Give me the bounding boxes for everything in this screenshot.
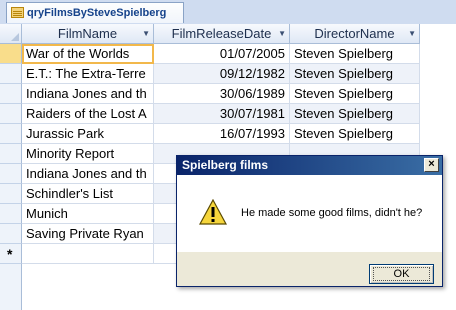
record-selector[interactable] [0,184,22,204]
release-date-cell[interactable]: 01/07/2005 [154,44,290,64]
film-name-cell[interactable]: Schindler's List [22,184,154,204]
record-selector[interactable] [0,224,22,244]
sort-dropdown-icon[interactable]: ▼ [408,24,416,43]
focus-rectangle [373,267,430,281]
film-name-cell[interactable]: Minority Report [22,144,154,164]
close-button[interactable]: × [424,158,439,172]
ok-button[interactable]: OK [369,264,434,284]
director-name-cell[interactable]: Steven Spielberg [290,64,420,84]
release-date-cell[interactable]: 16/07/1993 [154,124,290,144]
film-name-cell[interactable]: Saving Private Ryan [22,224,154,244]
film-name-cell[interactable]: War of the Worlds [22,44,154,64]
dialog-message: He made some good films, didn't he? [241,207,423,219]
select-all-corner[interactable] [0,24,22,44]
record-selector[interactable]: * [0,244,22,264]
column-header-label: FilmReleaseDate [171,26,272,41]
column-header-filmreleasedate[interactable]: FilmReleaseDate ▼ [154,24,290,44]
director-name-cell[interactable]: Steven Spielberg [290,124,420,144]
table-row[interactable]: Jurassic Park 16/07/1993 Steven Spielber… [0,124,456,144]
message-dialog: Spielberg films × He made some good film… [176,155,443,287]
column-header-filmname[interactable]: FilmName ▼ [22,24,154,44]
table-row[interactable]: Raiders of the Lost A 30/07/1981 Steven … [0,104,456,124]
director-name-cell[interactable]: Steven Spielberg [290,44,420,64]
column-header-label: DirectorName [314,26,395,41]
director-name-cell[interactable]: Steven Spielberg [290,84,420,104]
director-name-cell[interactable]: Steven Spielberg [290,104,420,124]
dialog-titlebar[interactable]: Spielberg films × [177,156,442,175]
table-row[interactable]: War of the Worlds 01/07/2005 Steven Spie… [0,44,456,64]
film-name-cell[interactable]: Jurassic Park [22,124,154,144]
query-icon [11,7,24,18]
dialog-body: He made some good films, didn't he? [177,175,442,252]
table-row[interactable]: E.T.: The Extra-Terre 09/12/1982 Steven … [0,64,456,84]
record-selector[interactable] [0,124,22,144]
record-selector[interactable] [0,164,22,184]
record-selector[interactable] [0,84,22,104]
new-record-marker: * [7,246,13,262]
column-header-label: FilmName [57,26,118,41]
film-name-cell[interactable]: E.T.: The Extra-Terre [22,64,154,84]
sort-dropdown-icon[interactable]: ▼ [278,24,286,43]
dialog-title: Spielberg films [182,158,269,172]
record-selector[interactable] [0,204,22,224]
record-selector[interactable] [0,144,22,164]
close-icon: × [428,158,435,170]
film-name-cell[interactable]: Raiders of the Lost A [22,104,154,124]
column-header-directorname[interactable]: DirectorName ▼ [290,24,420,44]
query-tab[interactable]: qryFilmsBySteveSpielberg [6,2,184,23]
sort-dropdown-icon[interactable]: ▼ [142,24,150,43]
object-tab-bar: qryFilmsBySteveSpielberg [0,0,456,25]
film-name-cell[interactable]: Indiana Jones and th [22,84,154,104]
record-selector[interactable] [0,104,22,124]
film-name-cell[interactable]: Indiana Jones and th [22,164,154,184]
release-date-cell[interactable]: 09/12/1982 [154,64,290,84]
film-name-cell[interactable] [22,244,154,264]
query-tab-label: qryFilmsBySteveSpielberg [27,7,167,19]
release-date-cell[interactable]: 30/07/1981 [154,104,290,124]
warning-icon [199,199,227,225]
table-row[interactable]: Indiana Jones and th 30/06/1989 Steven S… [0,84,456,104]
release-date-cell[interactable]: 30/06/1989 [154,84,290,104]
record-selector[interactable] [0,44,22,64]
record-selector[interactable] [0,64,22,84]
film-name-cell[interactable]: Munich [22,204,154,224]
